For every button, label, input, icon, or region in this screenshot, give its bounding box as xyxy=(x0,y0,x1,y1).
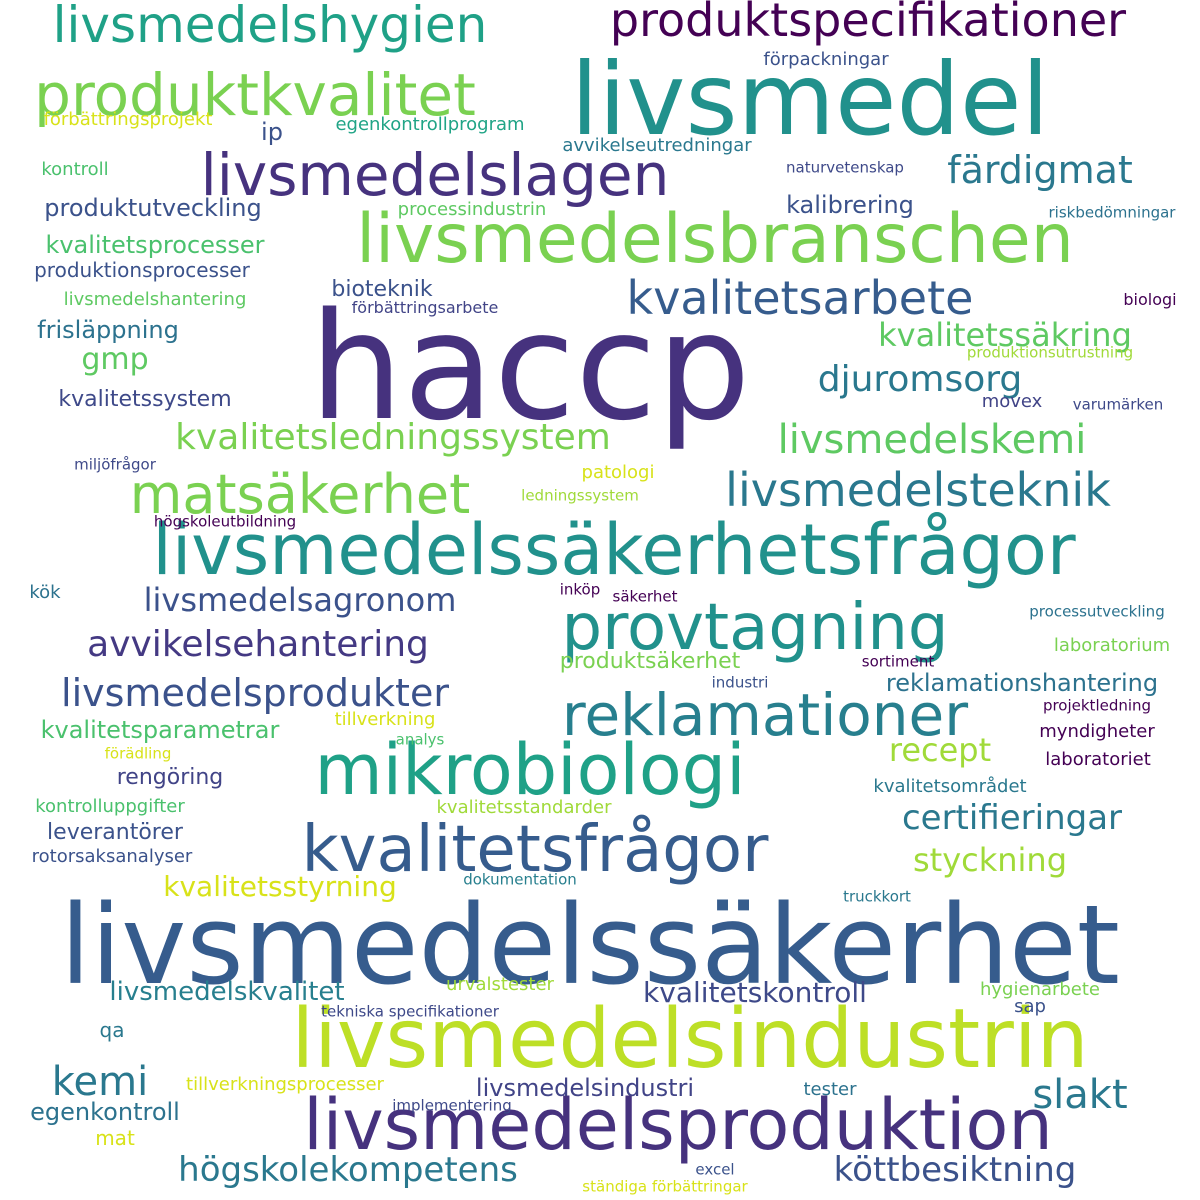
word-industri: industri xyxy=(711,673,769,692)
word-mat: mat xyxy=(95,1126,135,1150)
word-varumarken: varumärken xyxy=(1072,395,1164,414)
word-tester: tester xyxy=(803,1079,857,1100)
word-projektledning: projektledning xyxy=(1042,696,1152,715)
word-kemi: kemi xyxy=(51,1059,149,1105)
word-kvalitetssystem: kvalitetssystem xyxy=(58,387,232,412)
word-kontrolluppgifter: kontrolluppgifter xyxy=(35,796,185,817)
word-hogskolekompetens: högskolekompetens xyxy=(178,1150,518,1190)
word-qa: qa xyxy=(99,1018,125,1042)
word-kvalitetskontroll: kvalitetskontroll xyxy=(643,976,867,1009)
word-forbattringsprojekt: förbättringsprojekt xyxy=(43,109,213,130)
word-kvalitetsarbete: kvalitetsarbete xyxy=(626,271,974,325)
word-inkop: inköp xyxy=(559,580,601,599)
word-hogskoleutbildning: högskoleutbildning xyxy=(153,512,297,531)
word-recept: recept xyxy=(888,731,992,769)
word-livsmedelshygien: livsmedelshygien xyxy=(52,0,488,54)
word-frislappning: frisläppning xyxy=(37,316,179,344)
word-kontroll: kontroll xyxy=(41,159,109,180)
word-styckning: styckning xyxy=(912,841,1068,879)
word-ledningssystem: ledningssystem xyxy=(521,486,639,505)
word-rengoring: rengöring xyxy=(116,765,224,790)
word-analys: analys xyxy=(395,730,445,749)
word-kok: kök xyxy=(29,582,61,603)
word-reklamationshantering: reklamationshantering xyxy=(885,669,1159,697)
word-kvalitetsledningssystem: kvalitetsledningssystem xyxy=(175,417,611,458)
word-fardigmat: färdigmat xyxy=(947,148,1133,192)
word-dokumentation: dokumentation xyxy=(463,870,577,889)
word-certifieringar: certifieringar xyxy=(901,798,1123,838)
word-naturvetenskap: naturvetenskap xyxy=(786,158,904,177)
word-sakerhet: säkerhet xyxy=(612,587,678,606)
word-implementering: implementering xyxy=(392,1096,512,1115)
word-livsmedelskvalitet: livsmedelskvalitet xyxy=(109,977,345,1007)
word-egenkontroll: egenkontroll xyxy=(30,1098,180,1126)
word-forpackningar: förpackningar xyxy=(763,49,889,70)
word-produktionsprocesser: produktionsprocesser xyxy=(34,258,250,282)
word-produktspecifikationer: produktspecifikationer xyxy=(609,0,1127,47)
word-slakt: slakt xyxy=(1032,1072,1128,1118)
word-foradling: förädling xyxy=(104,744,172,763)
word-laboratoriet: laboratoriet xyxy=(1045,749,1151,770)
word-sortiment: sortiment xyxy=(861,652,935,671)
word-biologi: biologi xyxy=(1123,290,1177,309)
word-riskbedomningar: riskbedömningar xyxy=(1048,203,1176,222)
word-tillverkning: tillverkning xyxy=(334,709,436,730)
word-myndigheter: myndigheter xyxy=(1039,721,1155,742)
word-kalibrering: kalibrering xyxy=(786,191,914,219)
word-egenkontrollprogram: egenkontrollprogram xyxy=(335,114,525,135)
word-avvikelsehantering: avvikelsehantering xyxy=(87,624,429,665)
word-leverantorer: leverantörer xyxy=(47,820,183,845)
word-laboratorium: laboratorium xyxy=(1053,635,1171,656)
word-patologi: patologi xyxy=(581,462,655,483)
word-tekniska-specifikationer: tekniska specifikationer xyxy=(321,1002,499,1021)
word-cloud: haccp livsmedelssäkerhet livsmedel livsmede… xyxy=(0,0,1200,1200)
word-avvikelseutredningar: avvikelseutredningar xyxy=(562,135,752,156)
word-kvalitetsprocesser: kvalitetsprocesser xyxy=(45,231,265,259)
word-kvalitetsstyrning: kvalitetsstyrning xyxy=(163,870,397,903)
word-kvalitetsstandarder: kvalitetsstandarder xyxy=(436,797,612,818)
word-kvalitetsparametrar: kvalitetsparametrar xyxy=(40,716,280,744)
word-produktutveckling: produktutveckling xyxy=(44,194,262,222)
word-tillverkningsprocesser: tillverkningsprocesser xyxy=(186,1074,384,1095)
word-miljofragor: miljöfrågor xyxy=(74,455,156,474)
word-standiga-forbattringar: ständiga förbättringar xyxy=(582,1177,748,1196)
word-movex: movex xyxy=(981,391,1043,412)
word-livsmedelsprodukter: livsmedelsprodukter xyxy=(61,671,449,715)
word-processutveckling: processutveckling xyxy=(1029,602,1165,621)
word-forbattringsarbete: förbättringsarbete xyxy=(351,298,499,317)
word-kottbesiktning: köttbesiktning xyxy=(833,1150,1077,1190)
word-kvalitetsomradet: kvalitetsområdet xyxy=(873,776,1027,797)
word-livsmedelskemi: livsmedelskemi xyxy=(777,417,1087,463)
word-livsmedelshantering: livsmedelshantering xyxy=(63,289,247,310)
word-produktsakerhet: produktsäkerhet xyxy=(559,649,741,674)
word-livsmedelsteknik: livsmedelsteknik xyxy=(725,463,1111,517)
word-processindustrin: processindustrin xyxy=(397,199,547,220)
word-livsmedelsagronom: livsmedelsagronom xyxy=(143,581,457,619)
word-produktionsutrustning: produktionsutrustning xyxy=(966,343,1134,362)
word-gmp: gmp xyxy=(81,342,149,377)
word-urvalstester: urvalstester xyxy=(446,974,554,995)
word-ip: ip xyxy=(261,118,283,146)
word-excel: excel xyxy=(695,1160,735,1179)
word-truckkort: truckkort xyxy=(843,887,911,906)
word-rotorsaksanalyser: rotorsaksanalyser xyxy=(31,846,193,867)
word-sap: sap xyxy=(1014,996,1046,1017)
